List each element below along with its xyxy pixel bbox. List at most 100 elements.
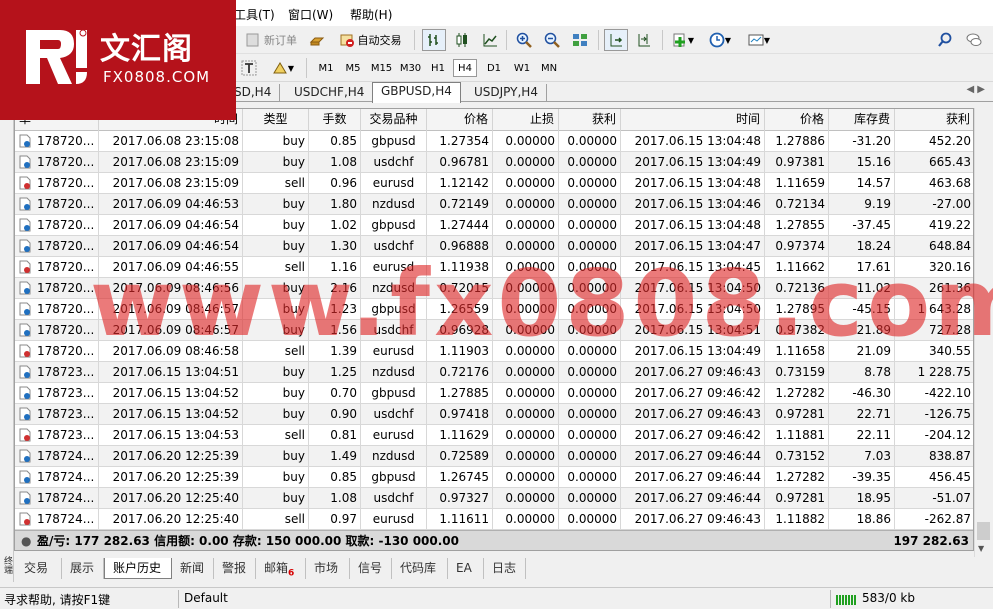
cell-close-time: 2017.06.27 09:46:42 [621, 425, 765, 446]
table-row[interactable]: 178720... 2017.06.09 08:46:58 sell 1.39 euru… [15, 341, 973, 362]
menu-tools[interactable]: 工具(T) [234, 6, 275, 23]
timeframe-h4-button[interactable]: H4 [453, 59, 477, 77]
column-header-type[interactable]: 类型 [243, 109, 309, 131]
scrollbar-thumb[interactable] [977, 522, 990, 540]
terminal-tab[interactable]: 账户历史 [104, 558, 172, 579]
terminal-tab[interactable]: 交易 [16, 558, 62, 579]
column-header-swap[interactable]: 库存费 [829, 109, 895, 131]
line-chart-button[interactable] [478, 29, 502, 51]
table-row[interactable]: 178723... 2017.06.15 13:04:52 buy 0.70 gbpus… [15, 383, 973, 404]
vertical-scrollbar[interactable]: ▼ [974, 108, 991, 557]
chart-tab[interactable]: USDCHF,H4 [286, 84, 374, 102]
gold-icon [309, 37, 325, 46]
terminal-tab[interactable]: 代码库 [392, 558, 448, 579]
terminal-tab[interactable]: 邮箱6 [256, 558, 306, 579]
column-header-stop-loss[interactable]: 止损 [493, 109, 559, 131]
table-row[interactable]: 178720... 2017.06.09 04:46:54 buy 1.02 gbpus… [15, 215, 973, 236]
autoscroll-button[interactable] [604, 29, 628, 51]
periods-button[interactable]: ▼ [704, 29, 736, 51]
terminal-tab[interactable]: 日志 [484, 558, 526, 579]
bar-chart-icon [428, 34, 438, 46]
column-header-take-profit[interactable]: 获利 [559, 109, 621, 131]
cell-close-price: 1.11881 [765, 425, 829, 446]
menu-help[interactable]: 帮助(H) [350, 6, 392, 23]
cell-lots: 1.16 [309, 257, 361, 278]
search-button[interactable] [934, 29, 956, 51]
column-header-open-price[interactable]: 价格 [427, 109, 493, 131]
terminal-tab[interactable]: 新闻 [172, 558, 214, 579]
cell-open-time: 2017.06.08 23:15:09 [99, 152, 243, 173]
timeframe-mn-button[interactable]: MN [537, 59, 561, 77]
timeframe-d1-button[interactable]: D1 [482, 59, 506, 77]
chat-button[interactable] [962, 29, 986, 51]
table-row[interactable]: 178720... 2017.06.08 23:15:08 buy 0.85 gbpus… [15, 131, 973, 152]
indicators-button[interactable]: ▼ [668, 29, 698, 51]
table-row[interactable]: 178724... 2017.06.20 12:25:40 buy 1.08 usdch… [15, 488, 973, 509]
chart-tab-active[interactable]: GBPUSD,H4 [372, 82, 461, 103]
column-header-profit[interactable]: 获利 [895, 109, 973, 131]
gold-bars-button[interactable] [306, 29, 328, 51]
summary-dot-icon: ● [21, 534, 32, 548]
buy-order-icon [19, 386, 31, 400]
terminal-tab[interactable]: 市场 [306, 558, 350, 579]
column-header-close-price[interactable]: 价格 [765, 109, 829, 131]
timeframe-w1-button[interactable]: W1 [510, 59, 534, 77]
cell-stop-loss: 0.00000 [493, 383, 559, 404]
cell-close-time: 2017.06.15 13:04:50 [621, 278, 765, 299]
timeframe-m5-button[interactable]: M5 [341, 59, 365, 77]
zoom-out-button[interactable] [540, 29, 564, 51]
text-tool-button[interactable] [238, 57, 260, 79]
candlestick-button[interactable] [450, 29, 474, 51]
table-row[interactable]: 178720... 2017.06.09 08:46:56 buy 2.16 nzdus… [15, 278, 973, 299]
timeframe-m1-button[interactable]: M1 [314, 59, 338, 77]
table-row[interactable]: 178720... 2017.06.09 04:46:55 sell 1.16 euru… [15, 257, 973, 278]
shapes-button[interactable]: ▼ [266, 57, 300, 79]
table-row[interactable]: 178720... 2017.06.09 08:46:57 buy 1.23 gbpus… [15, 299, 973, 320]
cell-swap: 7.03 [829, 446, 895, 467]
table-row[interactable]: 178723... 2017.06.15 13:04:53 sell 0.81 euru… [15, 425, 973, 446]
table-row[interactable]: 178720... 2017.06.08 23:15:09 buy 1.08 usdch… [15, 152, 973, 173]
cell-type: buy [243, 383, 309, 404]
cell-open-time: 2017.06.20 12:25:40 [99, 488, 243, 509]
column-header-symbol[interactable]: 交易品种 [361, 109, 427, 131]
column-header-lots[interactable]: 手数 [309, 109, 361, 131]
timeframe-m15-button[interactable]: M15 [368, 59, 395, 77]
cell-profit: 452.20 [895, 131, 973, 152]
terminal-tab[interactable]: 警报 [214, 558, 256, 579]
table-row[interactable]: 178724... 2017.06.20 12:25:39 buy 0.85 gbpus… [15, 467, 973, 488]
indicators-icon [673, 33, 685, 47]
table-row[interactable]: 178724... 2017.06.20 12:25:40 sell 0.97 euru… [15, 509, 973, 530]
table-row[interactable]: 178720... 2017.06.09 04:46:53 buy 1.80 nzdus… [15, 194, 973, 215]
auto-trading-button[interactable]: 自动交易 [332, 29, 408, 51]
cell-lots: 1.08 [309, 488, 361, 509]
table-row[interactable]: 178720... 2017.06.08 23:15:09 sell 0.96 euru… [15, 173, 973, 194]
cell-close-time: 2017.06.27 09:46:44 [621, 446, 765, 467]
terminal-tab[interactable]: 展示 [62, 558, 104, 579]
chat-icon [966, 33, 982, 46]
table-row[interactable]: 178723... 2017.06.15 13:04:52 buy 0.90 usdch… [15, 404, 973, 425]
chart-tab[interactable]: USDJPY,H4 [466, 84, 547, 102]
column-header-close-time[interactable]: 时间 [621, 109, 765, 131]
new-order-button[interactable]: 新订单 [240, 29, 302, 51]
table-row[interactable]: 178720... 2017.06.09 08:46:57 buy 1.56 usdch… [15, 320, 973, 341]
cell-take-profit: 0.00000 [559, 299, 621, 320]
tab-scroll-arrows[interactable]: ◀ ▶ [966, 84, 985, 95]
menu-window[interactable]: 窗口(W) [288, 6, 333, 23]
table-row[interactable]: 178723... 2017.06.15 13:04:51 buy 1.25 nzdus… [15, 362, 973, 383]
table-row[interactable]: 178724... 2017.06.20 12:25:39 buy 1.49 nzdus… [15, 446, 973, 467]
table-row[interactable]: 178720... 2017.06.09 04:46:54 buy 1.30 usdch… [15, 236, 973, 257]
cell-close-time: 2017.06.27 09:46:43 [621, 404, 765, 425]
cell-take-profit: 0.00000 [559, 215, 621, 236]
scroll-down-arrow-icon[interactable]: ▼ [978, 544, 984, 553]
terminal-tab[interactable]: EA [448, 558, 484, 579]
chart-shift-button[interactable] [632, 29, 656, 51]
tile-windows-button[interactable] [568, 29, 592, 51]
zoom-in-button[interactable] [512, 29, 536, 51]
cell-profit: 320.16 [895, 257, 973, 278]
templates-button[interactable]: ▼ [742, 29, 776, 51]
timeframe-h1-button[interactable]: H1 [426, 59, 450, 77]
cell-ticket-wrapper: 178720... [15, 152, 99, 173]
terminal-tab[interactable]: 信号 [350, 558, 392, 579]
timeframe-m30-button[interactable]: M30 [397, 59, 424, 77]
bar-chart-button[interactable] [422, 29, 446, 51]
